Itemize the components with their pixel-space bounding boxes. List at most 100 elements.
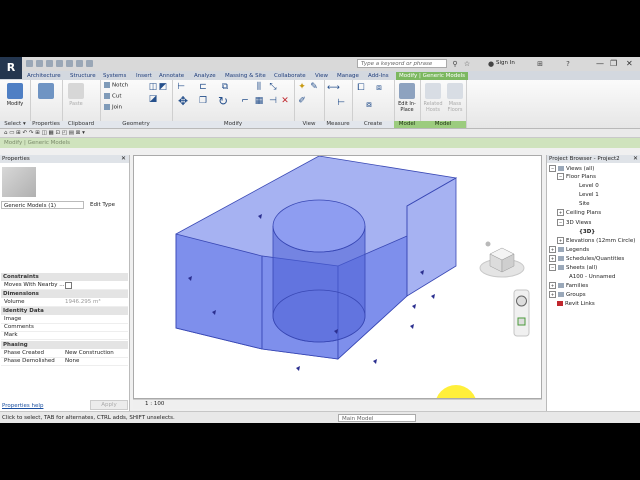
paint-icon[interactable]: ◩ [158,82,168,92]
phase-demolished-value[interactable]: None [65,357,79,365]
moves-with-nearby-checkbox[interactable] [65,282,72,289]
rotate-icon[interactable]: ↻ [218,95,228,107]
tree-legends[interactable]: + Legends [549,246,589,254]
options-bar-tools[interactable]: ⌂ ▭ ⊞ ↶ ↷ ⊞ ◫ ▦ ⊡ ◰ ▤ ⊠ ▾ [4,129,85,137]
cart-icon[interactable]: ⊞ [536,60,544,68]
edit-in-place-button[interactable]: Edit In-Place [395,83,419,117]
3d-viewport[interactable] [133,155,542,399]
measure-tool-icon[interactable]: ⟷ [327,83,340,93]
print-icon[interactable] [66,60,73,67]
tab-annotate[interactable]: Annotate [159,72,184,80]
view-scale[interactable]: 1 : 100 [145,400,164,409]
tab-collaborate[interactable]: Collaborate [274,72,306,80]
expand-icon[interactable]: + [549,282,556,289]
dimension-icon[interactable]: ⊢ [336,98,346,108]
create-assembly-icon[interactable]: ⧈ [374,83,384,93]
expand-icon[interactable]: + [557,237,564,244]
redo-icon[interactable] [56,60,63,67]
apply-button[interactable]: Apply [90,400,128,410]
tree-revit-links[interactable]: Revit Links [557,300,595,308]
main-model-dropdown[interactable]: Main Model [338,414,416,422]
constraints-section[interactable]: Constraints [1,273,128,281]
array-icon[interactable]: ▦ [254,96,264,106]
tab-modify-generic-models[interactable]: Modify | Generic Models [396,72,469,80]
properties-help-link[interactable]: Properties help [2,403,43,409]
copy-icon[interactable]: ❐ [198,96,208,106]
viewcube[interactable] [479,241,525,278]
tab-add-ins[interactable]: Add-Ins [368,72,389,80]
tree-families[interactable]: + Families [549,282,588,290]
tree-sheet-a100[interactable]: A100 - Unnamed [569,273,615,281]
tab-structure[interactable]: Structure [70,72,96,80]
phase-demolished-row[interactable]: Phase Demolished None [1,357,128,366]
close-button[interactable]: ✕ [626,59,633,68]
edit-type-button[interactable]: Edit Type [90,201,115,209]
align-icon[interactable]: ⊢ [176,82,186,92]
tree-views-all[interactable]: − Views (all) [549,165,594,173]
tree-sheets[interactable]: − Sheets (all) [549,264,597,272]
navigation-bar[interactable] [513,289,530,337]
star-icon[interactable]: ☆ [463,60,471,68]
related-hosts-button[interactable]: Related Hosts [421,83,445,117]
phase-created-value[interactable]: New Construction [65,349,114,357]
mirror-icon[interactable]: ⧉ [220,82,230,92]
model-canvas[interactable] [134,156,541,398]
collapse-icon[interactable]: − [557,173,564,180]
modify-button[interactable]: Modify [3,83,27,117]
create-similar-icon[interactable]: ⧇ [364,100,374,110]
properties-button[interactable] [34,83,58,117]
tab-architecture[interactable]: Architecture [27,72,61,80]
tree-schedules[interactable]: + Schedules/Quantities [549,255,624,263]
split-icon[interactable]: ⫼ [254,82,264,92]
wall-joins-icon[interactable]: ◪ [148,94,158,104]
help-icon[interactable]: ? [564,60,572,68]
tab-view[interactable]: View [315,72,328,80]
tree-floor-plans[interactable]: − Floor Plans [557,173,596,181]
selected-generic-model[interactable] [175,156,458,360]
type-selector-dropdown[interactable]: Generic Models (1) [1,201,84,209]
text-icon[interactable] [86,60,93,67]
linework-icon[interactable]: ✐ [297,96,307,106]
home-icon[interactable] [485,241,491,247]
join-button[interactable]: Join [104,104,122,112]
tree-ceiling-plans[interactable]: + Ceiling Plans [557,209,601,217]
delete-icon[interactable]: ✕ [280,96,290,106]
zoom-icon[interactable] [517,317,526,326]
measure-icon[interactable] [76,60,83,67]
expand-icon[interactable]: + [549,255,556,262]
project-browser-close-icon[interactable]: ✕ [633,155,638,163]
phasing-section[interactable]: Phasing [1,341,128,349]
mark-row[interactable]: Mark [1,331,128,340]
notch-button[interactable]: Notch [104,82,128,90]
maximize-button[interactable]: ❐ [610,59,617,68]
mass-floors-button[interactable]: Mass Floors [443,83,467,117]
paste-button[interactable]: Paste [64,83,88,117]
tree-site[interactable]: Site [579,200,590,208]
split-face-icon[interactable]: ◫ [148,82,158,92]
hide-bulb-icon[interactable]: ✦ [297,82,307,92]
tab-massing-site[interactable]: Massing & Site [225,72,266,80]
expand-icon[interactable]: + [549,246,556,253]
create-group-icon[interactable]: ⧠ [356,83,366,93]
tree-3d-view[interactable]: {3D} [579,228,595,236]
tab-insert[interactable]: Insert [136,72,152,80]
trim-icon[interactable]: ⌐ [240,96,250,106]
steering-wheel-icon[interactable] [516,295,527,307]
offset-icon[interactable]: ⊏ [198,82,208,92]
collapse-icon[interactable]: − [557,219,564,226]
pin-icon[interactable]: ⊣ [268,96,278,106]
identity-data-section[interactable]: Identity Data [1,307,128,315]
tab-manage[interactable]: Manage [337,72,359,80]
tree-level-0[interactable]: Level 0 [579,182,599,190]
sign-in-link[interactable]: Sign In [496,60,515,66]
tree-groups[interactable]: + Groups [549,291,586,299]
tree-3d-views[interactable]: −3D Views [557,219,591,227]
collapse-icon[interactable]: − [549,165,556,172]
expand-icon[interactable]: + [557,209,564,216]
collapse-icon[interactable]: − [549,264,556,271]
cut-button[interactable]: Cut [104,93,121,101]
move-icon[interactable]: ✥ [178,95,188,107]
search-input[interactable]: Type a keyword or phrase [357,59,447,68]
tree-level-1[interactable]: Level 1 [579,191,599,199]
binoculars-icon[interactable]: ⚲ [451,60,459,68]
